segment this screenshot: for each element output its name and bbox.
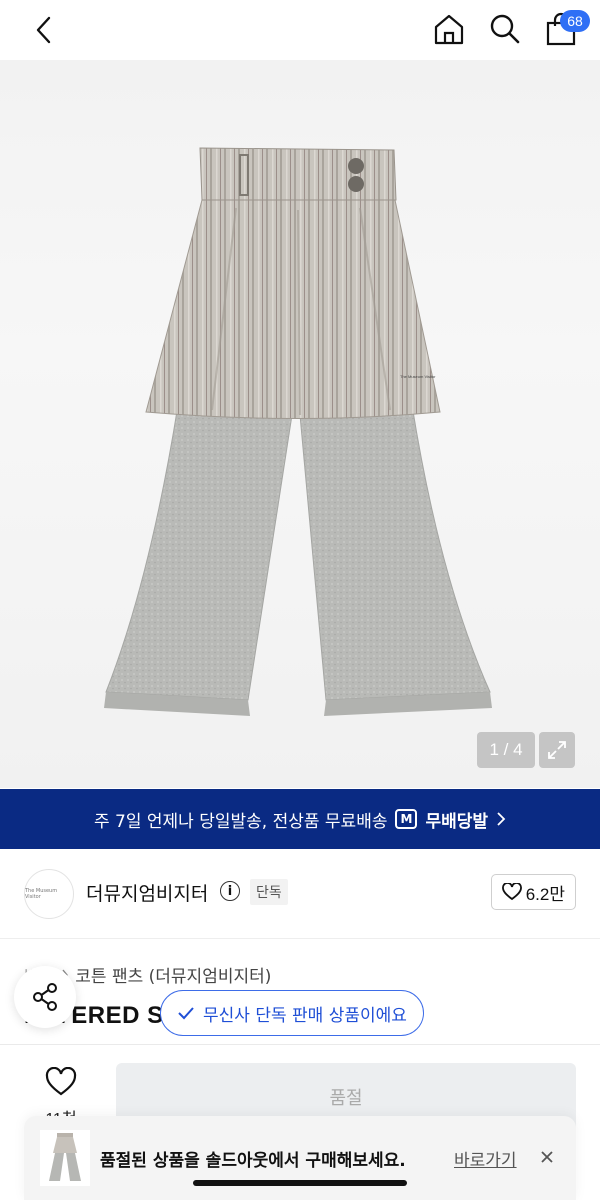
chevron-left-icon bbox=[36, 16, 51, 44]
brand-like-count: 6.2만 bbox=[525, 884, 565, 904]
back-button[interactable] bbox=[26, 12, 62, 48]
banner-text: 주 7일 언제나 당일발송, 전상품 무료배송 bbox=[94, 811, 388, 832]
check-icon bbox=[178, 1007, 194, 1020]
go-now-link[interactable]: 바로가기 bbox=[454, 1146, 517, 1171]
top-nav-bar: 68 bbox=[0, 0, 600, 60]
delivery-banner[interactable]: 주 7일 언제나 당일발송, 전상품 무료배송 M 무배당발 bbox=[0, 789, 600, 849]
product-image-gallery[interactable]: The Museum Visitor bbox=[0, 60, 600, 788]
delivery-logo-icon: M bbox=[395, 809, 418, 829]
cart-count-badge: 68 bbox=[560, 10, 590, 32]
exclusive-tag: 단독 bbox=[250, 879, 288, 905]
toast-text: 무신사 단독 판매 상품이에요 bbox=[203, 1005, 407, 1026]
info-icon[interactable]: i bbox=[220, 881, 240, 901]
brand-logo[interactable]: The Museum Visitor bbox=[24, 869, 74, 919]
share-icon bbox=[33, 983, 57, 1011]
search-button[interactable] bbox=[486, 10, 524, 48]
suggestion-text: 품절된 상품을 솔드아웃에서 구매해보세요. bbox=[100, 1151, 406, 1171]
brand-name[interactable]: 더뮤지엄비지터 bbox=[86, 879, 208, 906]
soldout-suggestion-card[interactable]: 품절된 상품을 솔드아웃에서 구매해보세요. 바로가기 bbox=[24, 1116, 576, 1200]
chevron-right-icon bbox=[497, 812, 506, 826]
search-icon bbox=[490, 14, 520, 44]
close-icon bbox=[541, 1151, 553, 1163]
product-thumbnail-image bbox=[49, 1133, 81, 1181]
exclusive-toast: 무신사 단독 판매 상품이에요 bbox=[160, 990, 424, 1036]
cart-button[interactable]: 68 bbox=[542, 10, 590, 48]
product-photo: The Museum Visitor bbox=[104, 147, 492, 716]
gallery-page-indicator: 1 / 4 bbox=[477, 732, 535, 768]
brand-logo-text: The Museum Visitor bbox=[25, 888, 58, 900]
expand-icon bbox=[548, 741, 566, 759]
breadcrumb-category[interactable]: 코튼 팬츠 (더뮤지엄비지터) bbox=[75, 962, 271, 987]
brand-like-button[interactable]: 6.2만 bbox=[490, 874, 576, 910]
heart-icon bbox=[45, 1066, 77, 1096]
skirt-brand-print: The Museum Visitor bbox=[400, 374, 436, 379]
home-button[interactable] bbox=[430, 10, 468, 48]
share-button[interactable] bbox=[14, 966, 76, 1028]
suggestion-thumbnail bbox=[40, 1130, 90, 1186]
heart-icon bbox=[501, 883, 522, 901]
home-icon bbox=[434, 14, 464, 45]
banner-service-name: 무배당발 bbox=[425, 811, 488, 832]
brand-row: The Museum Visitor 더뮤지엄비지터 i 단독 6.2만 bbox=[0, 849, 600, 939]
home-indicator bbox=[193, 1180, 407, 1186]
expand-button[interactable] bbox=[539, 732, 575, 768]
close-button[interactable] bbox=[536, 1146, 558, 1168]
